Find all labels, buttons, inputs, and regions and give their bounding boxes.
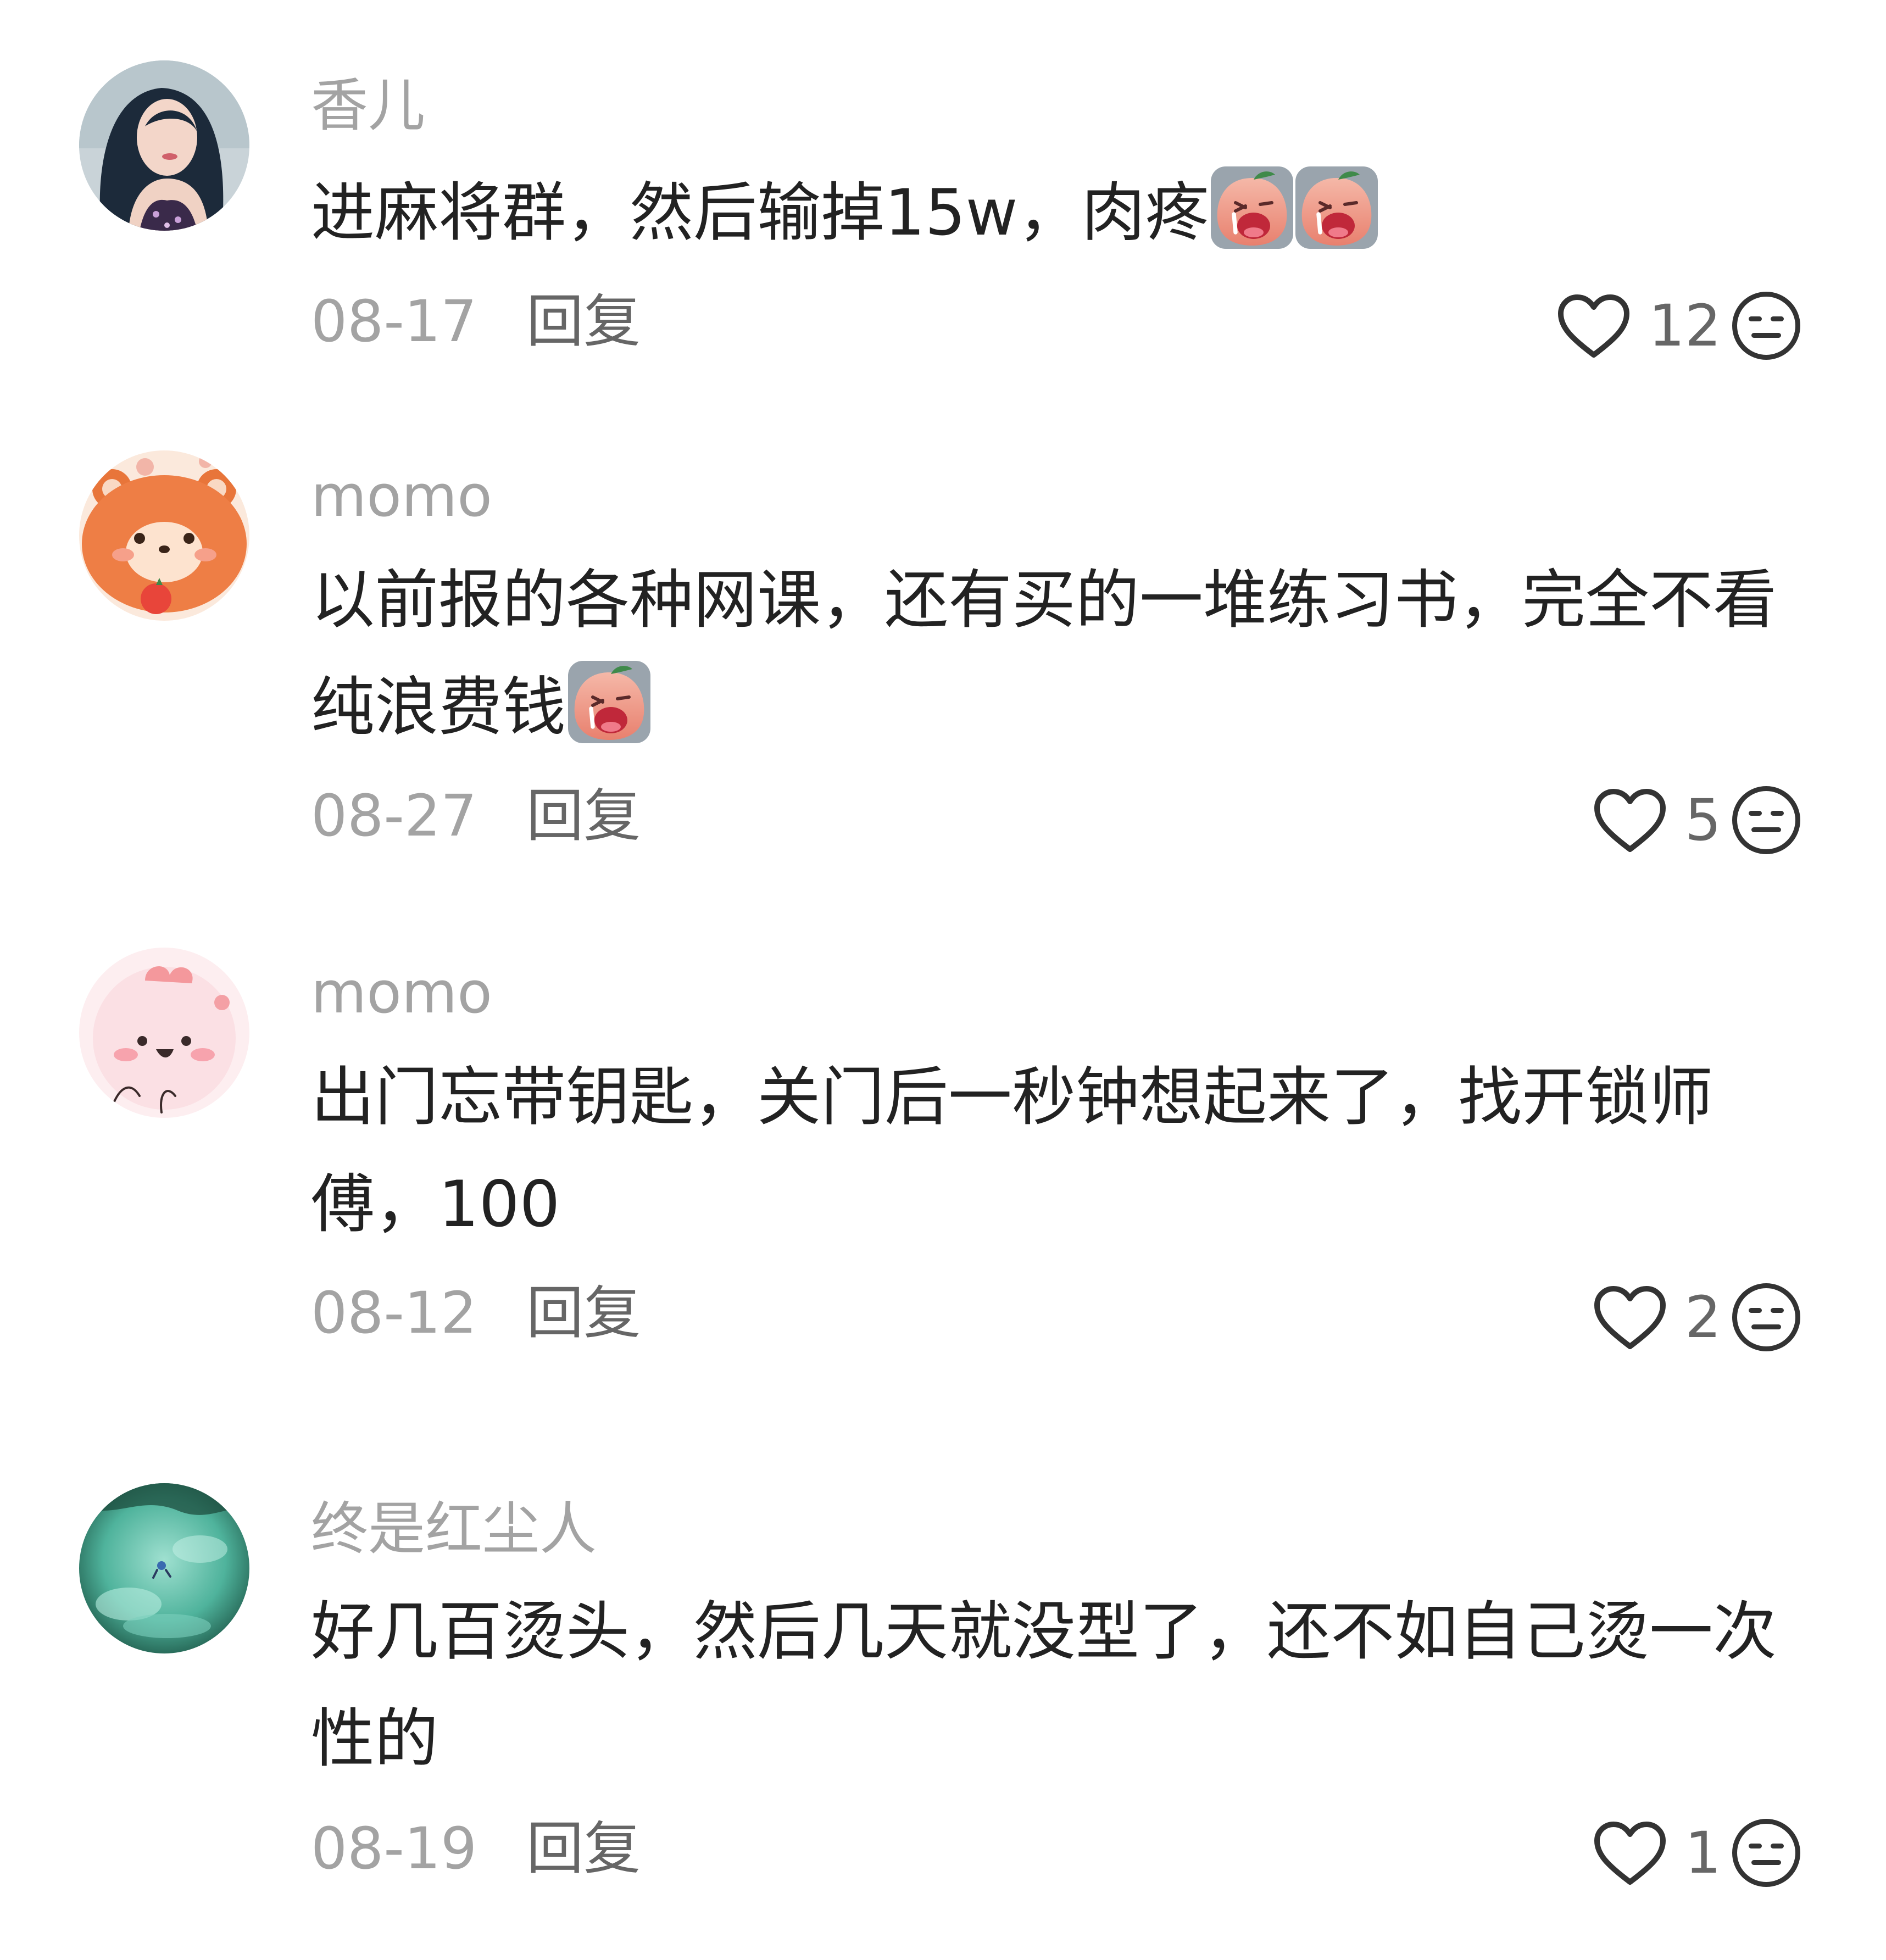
- username[interactable]: 香儿: [311, 70, 425, 141]
- comment-text: 以前报的各种网课，还有买的一堆练习书，完全不看纯浪费钱: [311, 547, 1794, 761]
- comment-text: 好几百烫头，然后几天就没型了，还不如自己烫一次性的: [311, 1578, 1794, 1792]
- like-button[interactable]: 12: [1555, 290, 1721, 361]
- neutral-face-icon: [1732, 786, 1800, 854]
- comment-date: 08-27: [311, 782, 477, 849]
- heart-outline-icon: [1557, 294, 1629, 358]
- like-button[interactable]: 1: [1592, 1817, 1721, 1889]
- username[interactable]: momo: [311, 460, 492, 532]
- neutral-face-icon: [1732, 292, 1800, 360]
- comment-meta: 08-27 回复: [311, 780, 641, 851]
- heart-outline-icon: [1594, 1285, 1666, 1349]
- reply-button[interactable]: 回复: [526, 1815, 641, 1882]
- reaction-button[interactable]: [1731, 290, 1802, 361]
- like-button[interactable]: 2: [1592, 1282, 1721, 1353]
- water-swimmer-photo-avatar: [79, 1483, 249, 1653]
- comment-text: 出门忘带钥匙，关门后一秒钟想起来了，找开锁师傅，100: [311, 1044, 1794, 1258]
- comment-date: 08-17: [311, 288, 477, 355]
- avatar[interactable]: [79, 948, 249, 1118]
- crying-peach-emoji: [1211, 166, 1294, 249]
- avatar[interactable]: [79, 1483, 249, 1653]
- like-count: 5: [1684, 787, 1721, 854]
- heart-outline-icon: [1594, 788, 1666, 852]
- comment-text-content: 以前报的各种网课，还有买的一堆练习书，完全不看纯浪费钱: [311, 563, 1777, 744]
- reply-button[interactable]: 回复: [526, 1279, 641, 1346]
- comment-date: 08-12: [311, 1279, 477, 1346]
- like-count: 12: [1648, 292, 1721, 359]
- avatar[interactable]: [79, 60, 249, 231]
- reaction-button[interactable]: [1731, 1817, 1802, 1889]
- red-panda-cartoon-avatar: [79, 450, 249, 621]
- like-count: 1: [1684, 1819, 1721, 1886]
- crying-peach-emoji: [568, 661, 650, 743]
- reaction-button[interactable]: [1731, 1282, 1802, 1353]
- pink-blob-cartoon-avatar: [79, 948, 249, 1118]
- comment-meta: 08-19 回复: [311, 1813, 641, 1884]
- reply-button[interactable]: 回复: [526, 782, 641, 849]
- like-count: 2: [1684, 1284, 1721, 1351]
- neutral-face-icon: [1732, 1819, 1800, 1887]
- reply-button[interactable]: 回复: [526, 288, 641, 355]
- comment-date: 08-19: [311, 1815, 477, 1882]
- woman-photo-avatar: [79, 60, 249, 231]
- heart-outline-icon: [1594, 1821, 1666, 1885]
- comment-text-content: 好几百烫头，然后几天就没型了，还不如自己烫一次性的: [311, 1595, 1777, 1776]
- neutral-face-icon: [1732, 1283, 1800, 1351]
- comment-text-content: 出门忘带钥匙，关门后一秒钟想起来了，找开锁师傅，100: [311, 1060, 1713, 1241]
- crying-peach-emoji: [1295, 166, 1378, 249]
- username[interactable]: momo: [311, 957, 492, 1028]
- comment-text-content: 进麻将群，然后输掉15w，肉疼: [311, 176, 1209, 250]
- comment-text: 进麻将群，然后输掉15w，肉疼: [311, 159, 1794, 266]
- like-button[interactable]: 5: [1592, 784, 1721, 856]
- comment-meta: 08-12 回复: [311, 1277, 641, 1349]
- username[interactable]: 终是红尘人: [311, 1493, 597, 1564]
- reaction-button[interactable]: [1731, 784, 1802, 856]
- comment-meta: 08-17 回复: [311, 286, 641, 357]
- avatar[interactable]: [79, 450, 249, 621]
